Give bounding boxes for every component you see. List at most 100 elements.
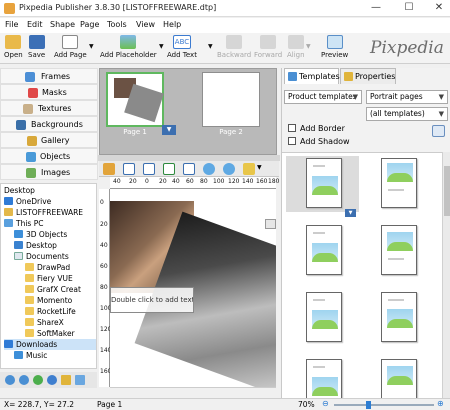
tab-images[interactable]: Images [0, 164, 98, 180]
objects-icon [26, 152, 36, 162]
undo-icon[interactable] [432, 125, 445, 137]
tab-frames[interactable]: Frames [0, 68, 98, 84]
tree-item-selected[interactable]: Downloads [4, 339, 96, 350]
add-placeholder-dropdown[interactable]: ▼ [159, 43, 164, 50]
menu-page[interactable]: Page [80, 20, 99, 29]
tab-templates[interactable]: Templates [284, 68, 340, 84]
menu-help[interactable]: Help [163, 20, 181, 29]
scroll-thumb[interactable] [444, 166, 450, 216]
tree-item[interactable]: LISTOFFREEWARE [4, 207, 83, 218]
user-folder-icon [4, 208, 13, 216]
tree-item[interactable]: OneDrive [4, 196, 51, 207]
product-templates-select[interactable]: Product templates ▼ [284, 90, 362, 104]
tree-item[interactable]: Momento [25, 295, 72, 306]
paint-dropdown[interactable]: ▼ [257, 164, 262, 171]
backward-button[interactable]: Backward [217, 35, 251, 59]
template-thumb[interactable] [306, 158, 342, 208]
tree-item[interactable]: GrafX Creat [25, 284, 81, 295]
minimize-button[interactable]: — [365, 1, 387, 15]
import-icon[interactable] [47, 375, 57, 385]
tree-item[interactable]: Documents [14, 251, 69, 262]
menu-tools[interactable]: Tools [107, 20, 127, 29]
tab-gallery[interactable]: Gallery [0, 132, 98, 148]
text-box-icon: ABC [172, 35, 191, 49]
tab-textures[interactable]: Textures [0, 100, 98, 116]
save-button[interactable]: Save [28, 35, 45, 59]
menu-view[interactable]: View [136, 20, 155, 29]
close-button[interactable]: ✕ [428, 1, 450, 15]
add-text-button[interactable]: ABC Add Text [167, 35, 197, 59]
ruler-icon[interactable] [103, 163, 115, 175]
chevron-down-icon: ▼ [438, 110, 444, 118]
cursor-coordinates: X= 228.7, Y= 27.2 [4, 400, 74, 409]
tree-item[interactable]: RocketLife [25, 306, 76, 317]
tree-item[interactable]: Music [14, 350, 47, 361]
all-templates-select[interactable]: (all templates) ▼ [366, 107, 448, 121]
guides-icon[interactable] [143, 163, 155, 175]
template-thumb[interactable] [381, 158, 417, 208]
template-thumb[interactable] [381, 359, 417, 398]
menu-shape[interactable]: Shape [50, 20, 75, 29]
zoom-in-icon[interactable] [203, 163, 215, 175]
portrait-pages-select[interactable]: Portrait pages ▼ [366, 90, 448, 104]
menu-edit[interactable]: Edit [27, 20, 43, 29]
tab-objects[interactable]: Objects [0, 148, 98, 164]
maximize-button[interactable]: ☐ [398, 1, 420, 15]
zoom-slider[interactable] [334, 404, 434, 406]
tree-item[interactable]: Desktop [4, 185, 35, 196]
snap-icon[interactable] [163, 163, 175, 175]
open-button[interactable]: Open [4, 35, 23, 59]
tree-item[interactable]: Fiery VUE [25, 273, 73, 284]
tree-item[interactable]: ShareX [25, 317, 64, 328]
add-border-checkbox[interactable]: Add Border [288, 123, 345, 134]
tree-item[interactable]: Desktop [14, 240, 57, 251]
menu-file[interactable]: File [5, 20, 18, 29]
template-thumb[interactable] [306, 225, 342, 275]
add-text-dropdown[interactable]: ▼ [208, 43, 213, 50]
tree-item[interactable]: This PC [4, 218, 43, 229]
horizontal-scrollbar[interactable] [110, 387, 276, 397]
folder-icon [25, 285, 34, 293]
template-dropdown[interactable]: ▼ [345, 209, 356, 217]
tree-item[interactable]: 3D Objects [14, 229, 67, 240]
tab-backgrounds[interactable]: Backgrounds [0, 116, 98, 132]
tree-item[interactable]: DrawPad [25, 262, 70, 273]
align-dropdown[interactable]: ▼ [306, 43, 311, 50]
zoom-out-button[interactable]: ⊖ [322, 399, 329, 408]
paint-icon[interactable] [243, 163, 255, 175]
zoom-out-icon[interactable] [223, 163, 235, 175]
add-placeholder-button[interactable]: Add Placeholder [100, 35, 157, 59]
edit-icon[interactable] [265, 219, 276, 229]
add-page-button[interactable]: Add Page [54, 35, 87, 59]
page-fit-icon[interactable] [183, 163, 195, 175]
folder-icon[interactable] [61, 375, 71, 385]
add-shadow-checkbox[interactable]: Add Shadow [288, 136, 350, 147]
refresh-icon[interactable] [33, 375, 43, 385]
document-canvas[interactable]: Double click to add text [110, 189, 276, 387]
page-menu-dropdown[interactable]: ▼ [162, 125, 176, 135]
align-button[interactable]: Align [287, 35, 305, 59]
zoom-in-button[interactable]: ⊕ [437, 399, 444, 408]
page-thumb-1[interactable] [106, 72, 164, 127]
zoom-out-icon[interactable] [19, 375, 29, 385]
tab-masks[interactable]: Masks [0, 84, 98, 100]
view-icon[interactable] [75, 375, 85, 385]
tab-properties[interactable]: Properties [340, 68, 396, 84]
template-thumb[interactable] [381, 292, 417, 342]
page-thumb-2[interactable] [202, 72, 260, 127]
zoom-slider-thumb[interactable] [366, 401, 371, 409]
add-page-dropdown[interactable]: ▼ [89, 43, 94, 50]
tree-item[interactable]: SoftMaker [25, 328, 75, 339]
template-thumb[interactable] [381, 225, 417, 275]
zoom-in-icon[interactable] [5, 375, 15, 385]
template-thumb[interactable] [306, 359, 342, 398]
preview-button[interactable]: Preview [321, 35, 348, 59]
menu-bar: File Edit Shape Page Tools View Help [0, 18, 450, 33]
template-thumb[interactable] [306, 292, 342, 342]
templates-scrollbar[interactable] [442, 152, 450, 398]
masks-icon [28, 88, 38, 98]
bring-forward-icon [260, 35, 277, 49]
text-placeholder[interactable]: Double click to add text [110, 287, 194, 313]
grid-icon[interactable] [123, 163, 135, 175]
forward-button[interactable]: Forward [254, 35, 282, 59]
